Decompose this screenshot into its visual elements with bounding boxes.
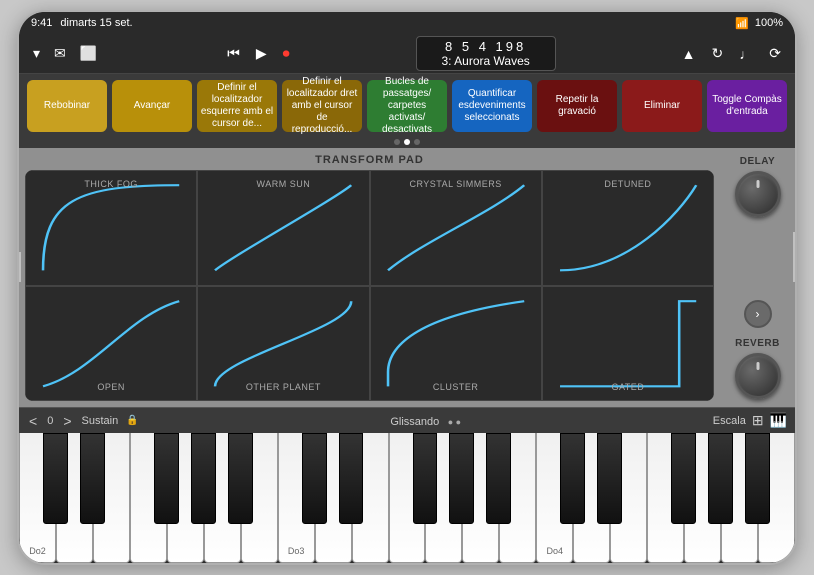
keyboard-icon[interactable]: 🎹: [770, 412, 787, 429]
pad-cell-detuned[interactable]: DETUNED: [542, 170, 714, 286]
pad-cell-label-0: THICK FOG: [84, 179, 138, 189]
menu-icon[interactable]: ▾: [29, 43, 44, 64]
pad-cell-thick-fog[interactable]: THICK FOG: [25, 170, 197, 286]
black-key-2-4[interactable]: [745, 433, 770, 524]
up-arrow-icon[interactable]: ▲: [678, 44, 700, 64]
black-key-0-3[interactable]: [191, 433, 216, 524]
action-btn-3[interactable]: Definir el localitzador dret amb el curs…: [282, 80, 362, 132]
wifi-icon: 📶: [735, 17, 749, 30]
dot-3[interactable]: [414, 139, 420, 145]
main-content: TRANSFORM PAD THICK FOG WARM SUN CRYSTAL S…: [19, 148, 795, 407]
transport-controls: ⏮ ▶ ⏺: [223, 43, 293, 64]
action-btn-2[interactable]: Definir el localitzador esquerre amb el …: [197, 80, 277, 132]
delay-section: DELAY: [735, 156, 781, 217]
status-right: 📶 100%: [735, 17, 783, 30]
reverb-section: REVERB: [735, 338, 781, 399]
transport-numbers: 8 5 4 198: [445, 39, 526, 54]
lock-icon[interactable]: 🔒: [126, 415, 138, 426]
action-btn-6[interactable]: Repetir la gravació: [537, 80, 617, 132]
delay-label: DELAY: [740, 156, 775, 167]
transform-pad-area: TRANSFORM PAD THICK FOG WARM SUN CRYSTAL S…: [19, 148, 720, 407]
rewind-button[interactable]: ⏮: [223, 43, 244, 64]
ipad-frame: 9:41 dimarts 15 set. 📶 100% ▾ ✉ ⬜ ⏮ ▶ ⏺ …: [17, 10, 797, 565]
dot-1[interactable]: [394, 139, 400, 145]
transport-left: ▾ ✉ ⬜: [29, 43, 101, 64]
side-button-right[interactable]: [793, 232, 797, 282]
action-btn-8[interactable]: Toggle Compàs d'entrada: [707, 80, 787, 132]
time-label: 9:41: [31, 17, 52, 29]
pad-cell-open[interactable]: OPEN: [25, 286, 197, 402]
piano-area: Do2Do3Do4: [19, 433, 795, 563]
pad-cell-label-1: WARM SUN: [257, 179, 311, 189]
dot-2[interactable]: [404, 139, 410, 145]
black-key-2-1[interactable]: [597, 433, 622, 524]
bottom-controls: < 0 > Sustain 🔒 Glissando ● ● Escala ⊞ 🎹: [19, 407, 795, 433]
page-number: 0: [47, 415, 53, 427]
pad-cell-label-4: OPEN: [97, 382, 125, 392]
black-key-1-0[interactable]: [302, 433, 327, 524]
prev-page-button[interactable]: <: [27, 413, 39, 429]
reverb-knob[interactable]: [735, 353, 781, 399]
settings-icon[interactable]: ⟳: [765, 43, 785, 64]
black-key-2-0[interactable]: [560, 433, 585, 524]
transport-display: 8 5 4 198 3: Aurora Waves: [416, 36, 556, 71]
pad-cell-label-7: GATED: [611, 382, 644, 392]
action-btn-0[interactable]: Rebobinar: [27, 80, 107, 132]
action-btn-1[interactable]: Avançar: [112, 80, 192, 132]
status-bar: 9:41 dimarts 15 set. 📶 100%: [19, 12, 795, 34]
email-icon[interactable]: ✉: [50, 43, 70, 64]
black-key-0-1[interactable]: [80, 433, 105, 524]
black-key-0-2[interactable]: [154, 433, 179, 524]
pad-cell-other-planet[interactable]: OTHER PLANET: [197, 286, 369, 402]
date-label: dimarts 15 set.: [60, 17, 132, 29]
bottom-right: Escala ⊞ 🎹: [713, 412, 787, 429]
next-page-button[interactable]: >: [61, 413, 73, 429]
action-btn-5[interactable]: Quantificar esdeveniments seleccionats: [452, 80, 532, 132]
pad-cell-crystal-simmers[interactable]: CRYSTAL SIMMERS: [370, 170, 542, 286]
pad-cell-label-6: CLUSTER: [433, 382, 479, 392]
metronome-icon[interactable]: ♩: [735, 44, 757, 64]
black-key-0-0[interactable]: [43, 433, 68, 524]
expand-button[interactable]: ›: [744, 300, 772, 328]
black-key-2-3[interactable]: [708, 433, 733, 524]
black-key-1-1[interactable]: [339, 433, 364, 524]
window-icon[interactable]: ⬜: [76, 43, 101, 64]
scala-label: Escala: [713, 415, 746, 427]
transport-right: ▲ ↻ ♩ ⟳: [678, 43, 785, 64]
reverb-label: REVERB: [735, 338, 780, 349]
glissando-label: Glissando: [390, 416, 439, 428]
status-left: 9:41 dimarts 15 set.: [31, 17, 133, 29]
grid-icon[interactable]: ⊞: [752, 412, 764, 429]
pad-cell-warm-sun[interactable]: WARM SUN: [197, 170, 369, 286]
transport-bar: ▾ ✉ ⬜ ⏮ ▶ ⏺ 8 5 4 198 3: Aurora Waves ▲ …: [19, 34, 795, 74]
record-button[interactable]: ⏺: [279, 43, 294, 64]
black-key-0-4[interactable]: [228, 433, 253, 524]
action-buttons-bar: RebobinarAvançarDefinir el localitzador …: [19, 74, 795, 136]
side-button-left[interactable]: [17, 252, 21, 282]
repeat-icon[interactable]: ↻: [708, 43, 728, 64]
battery-label: 100%: [755, 17, 783, 29]
action-btn-4[interactable]: Bucles de passatges/ carpetes activats/ …: [367, 80, 447, 132]
bottom-center: Glissando ● ●: [147, 412, 705, 430]
black-key-1-3[interactable]: [449, 433, 474, 524]
right-panel: DELAY › REVERB: [720, 148, 795, 407]
pad-cell-gated[interactable]: GATED: [542, 286, 714, 402]
pad-cell-cluster[interactable]: CLUSTER: [370, 286, 542, 402]
page-dots: [19, 136, 795, 148]
pad-cell-label-3: DETUNED: [604, 179, 651, 189]
sustain-label: Sustain: [82, 415, 119, 427]
transform-pad[interactable]: THICK FOG WARM SUN CRYSTAL SIMMERS DETUNED O…: [25, 170, 714, 401]
track-name: 3: Aurora Waves: [441, 54, 529, 68]
pad-cell-label-5: OTHER PLANET: [246, 382, 321, 392]
black-key-1-2[interactable]: [413, 433, 438, 524]
black-key-2-2[interactable]: [671, 433, 696, 524]
action-btn-7[interactable]: Eliminar: [622, 80, 702, 132]
delay-knob[interactable]: [735, 171, 781, 217]
play-button[interactable]: ▶: [252, 43, 271, 64]
screen: 9:41 dimarts 15 set. 📶 100% ▾ ✉ ⬜ ⏮ ▶ ⏺ …: [19, 12, 795, 563]
black-key-1-4[interactable]: [486, 433, 511, 524]
pad-cell-label-2: CRYSTAL SIMMERS: [409, 179, 501, 189]
transform-pad-title: TRANSFORM PAD: [25, 154, 714, 166]
